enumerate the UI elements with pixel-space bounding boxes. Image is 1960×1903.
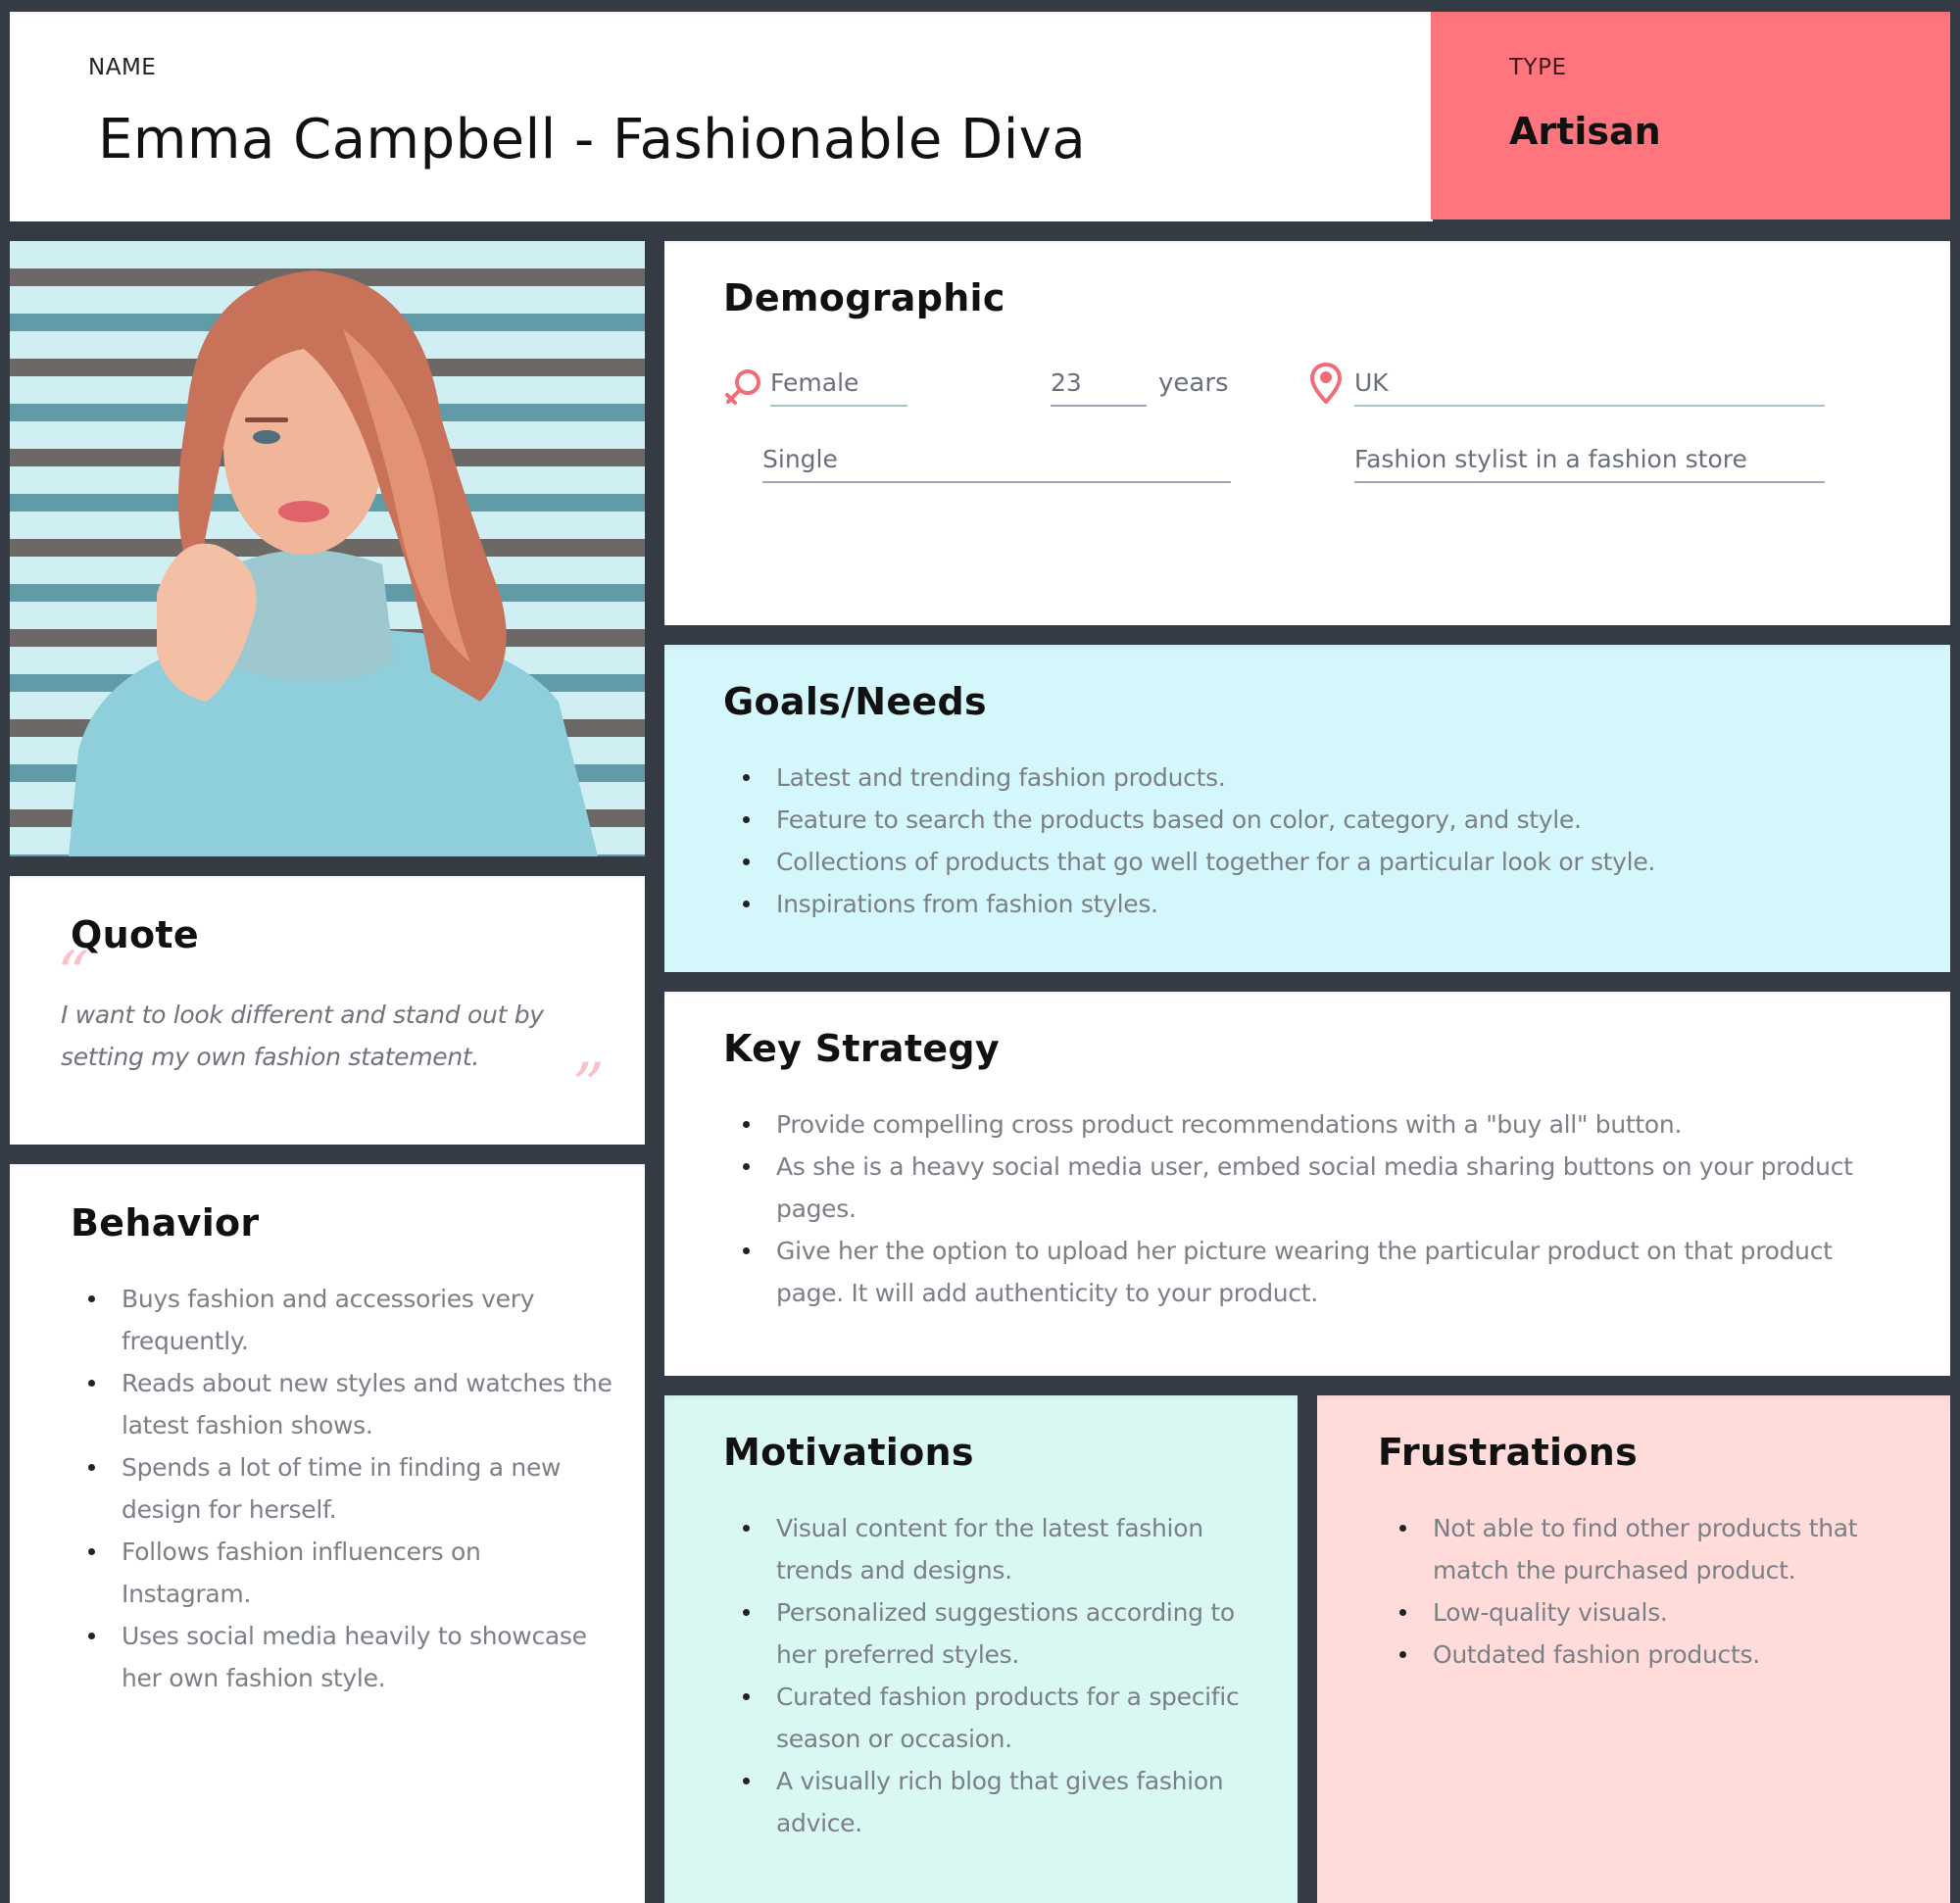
quote-panel: Quote “ I want to look different and sta…: [10, 876, 645, 1145]
list-item[interactable]: Outdated fashion products.: [1399, 1634, 1909, 1676]
key-strategy-heading: Key Strategy: [723, 1027, 1000, 1070]
list-item[interactable]: Buys fashion and accessories very freque…: [88, 1278, 617, 1362]
list-item[interactable]: Feature to search the products based on …: [743, 799, 1899, 841]
list-item[interactable]: Inspirations from fashion styles.: [743, 883, 1899, 925]
frustrations-list: Not able to find other products that mat…: [1399, 1507, 1909, 1676]
list-item[interactable]: As she is a heavy social media user, emb…: [743, 1146, 1899, 1230]
map-pin-icon: [1309, 363, 1343, 404]
location-field[interactable]: UK: [1354, 368, 1825, 407]
list-item[interactable]: Spends a lot of time in finding a new de…: [88, 1446, 617, 1531]
list-item[interactable]: A visually rich blog that gives fashion …: [743, 1760, 1252, 1844]
motivations-panel: Motivations Visual content for the lates…: [664, 1395, 1298, 1903]
behavior-list: Buys fashion and accessories very freque…: [88, 1278, 617, 1699]
type-label: TYPE: [1509, 55, 1567, 80]
frustrations-heading: Frustrations: [1378, 1431, 1639, 1474]
age-field[interactable]: 23: [1051, 368, 1147, 407]
age-unit-label: years: [1158, 368, 1229, 398]
list-item[interactable]: Reads about new styles and watches the l…: [88, 1362, 617, 1446]
goals-panel: Goals/Needs Latest and trending fashion …: [664, 645, 1950, 972]
type-panel: TYPE Artisan: [1431, 12, 1950, 220]
quote-heading: Quote: [71, 913, 199, 956]
list-item[interactable]: Visual content for the latest fashion tr…: [743, 1507, 1252, 1591]
close-quote-icon: ”: [572, 1050, 605, 1123]
female-symbol-icon: [725, 369, 760, 405]
list-item[interactable]: Latest and trending fashion products.: [743, 756, 1899, 799]
portrait-image: [10, 241, 645, 856]
list-item[interactable]: Give her the option to upload her pictur…: [743, 1230, 1899, 1314]
list-item[interactable]: Collections of products that go well tog…: [743, 841, 1899, 883]
key-strategy-panel: Key Strategy Provide compelling cross pr…: [664, 992, 1950, 1376]
list-item[interactable]: Personalized suggestions according to he…: [743, 1591, 1252, 1676]
list-item[interactable]: Low-quality visuals.: [1399, 1591, 1909, 1634]
relationship-status-field[interactable]: Single: [762, 445, 1231, 483]
name-label: NAME: [88, 55, 157, 80]
motivations-list: Visual content for the latest fashion tr…: [743, 1507, 1252, 1844]
demographic-panel: Demographic Female 23 years UK Single Fa…: [664, 241, 1950, 625]
list-item[interactable]: Uses social media heavily to showcase he…: [88, 1615, 617, 1699]
persona-name[interactable]: Emma Campbell - Fashionable Diva: [98, 108, 1086, 171]
goals-heading: Goals/Needs: [723, 680, 987, 723]
goals-list: Latest and trending fashion products. Fe…: [743, 756, 1899, 925]
quote-text[interactable]: I want to look different and stand out b…: [61, 994, 610, 1078]
list-item[interactable]: Follows fashion influencers on Instagram…: [88, 1531, 617, 1615]
motivations-heading: Motivations: [723, 1431, 974, 1474]
frustrations-panel: Frustrations Not able to find other prod…: [1317, 1395, 1950, 1903]
behavior-panel: Behavior Buys fashion and accessories ve…: [10, 1164, 645, 1903]
list-item[interactable]: Provide compelling cross product recomme…: [743, 1103, 1899, 1146]
persona-photo[interactable]: [10, 241, 645, 856]
behavior-heading: Behavior: [71, 1201, 260, 1244]
key-strategy-list: Provide compelling cross product recomme…: [743, 1103, 1899, 1314]
list-item[interactable]: Curated fashion products for a specific …: [743, 1676, 1252, 1760]
demographic-heading: Demographic: [723, 276, 1005, 319]
name-panel: NAME Emma Campbell - Fashionable Diva: [10, 12, 1433, 221]
gender-field[interactable]: Female: [770, 368, 907, 407]
persona-type[interactable]: Artisan: [1509, 110, 1661, 153]
occupation-field[interactable]: Fashion stylist in a fashion store: [1354, 445, 1825, 483]
list-item[interactable]: Not able to find other products that mat…: [1399, 1507, 1909, 1591]
